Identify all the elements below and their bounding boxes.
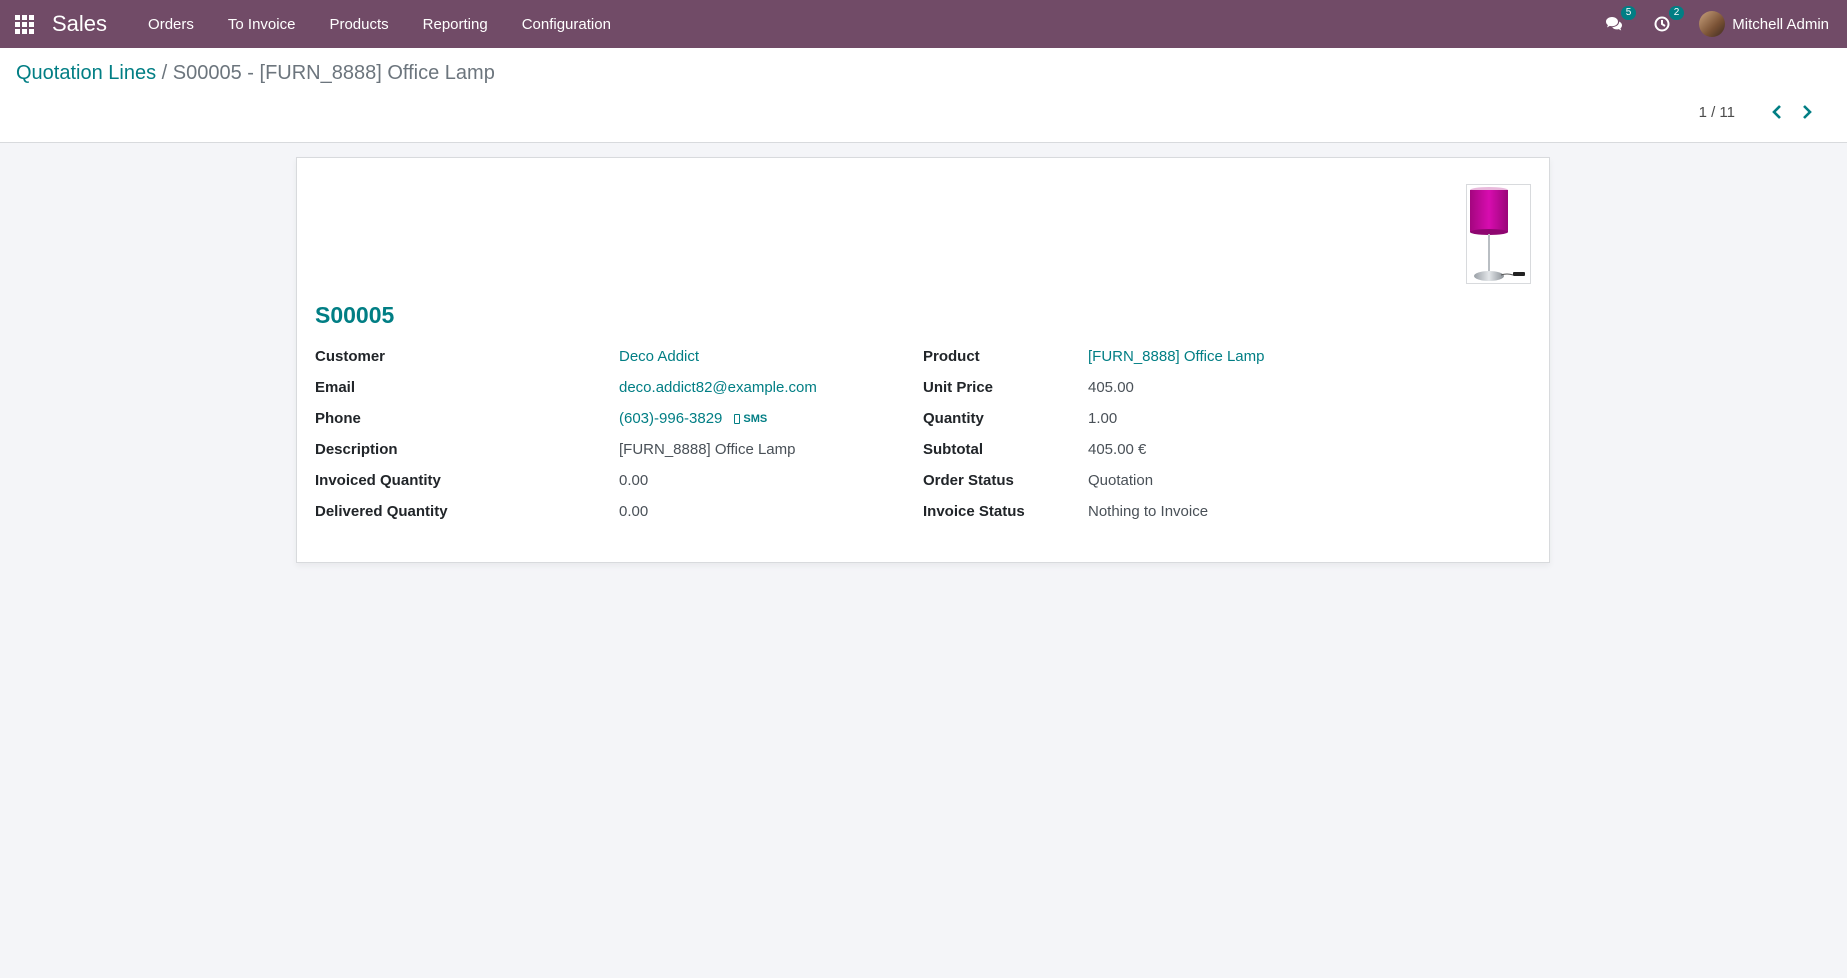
activities-button[interactable]: 2	[1651, 6, 1685, 35]
unit-price-value: 405.00	[1088, 379, 1134, 396]
field-label: Delivered Quantity	[315, 503, 448, 520]
field-customer: Customer Deco Addict	[315, 341, 905, 372]
messages-badge: 5	[1620, 6, 1637, 20]
form-group-right: Product [FURN_8888] Office Lamp Unit Pri…	[923, 341, 1483, 527]
field-unit-price: Unit Price 405.00	[923, 372, 1483, 403]
sms-button[interactable]: SMS	[734, 413, 767, 425]
field-product: Product [FURN_8888] Office Lamp	[923, 341, 1483, 372]
office-lamp-image	[1470, 187, 1525, 281]
clock-icon	[1654, 16, 1670, 32]
field-label: Description	[315, 441, 398, 458]
pager-previous-button[interactable]	[1767, 102, 1787, 122]
pager: 1 / 11	[1699, 102, 1817, 122]
mobile-phone-icon	[734, 413, 741, 424]
user-menu[interactable]: Mitchell Admin	[1732, 16, 1829, 33]
field-label: Phone	[315, 410, 361, 427]
product-link[interactable]: [FURN_8888] Office Lamp	[1088, 348, 1264, 365]
field-label: Invoice Status	[923, 503, 1025, 520]
invoiced-quantity-value: 0.00	[619, 472, 649, 489]
field-invoiced-quantity: Invoiced Quantity 0.00	[315, 465, 905, 496]
field-order-status: Order Status Quotation	[923, 465, 1483, 496]
control-panel: Quotation Lines / S00005 - [FURN_8888] O…	[0, 48, 1847, 143]
email-link[interactable]: deco.addict82@example.com	[619, 379, 817, 396]
field-label: Quantity	[923, 410, 984, 427]
field-subtotal: Subtotal 405.00 €	[923, 434, 1483, 465]
sms-label: SMS	[743, 412, 768, 425]
navbar-systray: 5 2 Mitchell Admin	[1603, 0, 1847, 48]
activities-badge: 2	[1668, 6, 1685, 20]
menu-orders[interactable]: Orders	[148, 16, 194, 33]
order-status-value: Quotation	[1088, 472, 1154, 489]
chat-icon	[1606, 17, 1623, 31]
chevron-right-icon	[1803, 105, 1812, 119]
invoice-status-value: Nothing to Invoice	[1088, 503, 1209, 520]
breadcrumb-parent-link[interactable]: Quotation Lines	[16, 62, 156, 84]
messages-button[interactable]: 5	[1603, 6, 1637, 35]
field-label: Email	[315, 379, 356, 396]
product-image[interactable]	[1466, 184, 1531, 284]
record-title: S00005	[315, 302, 395, 328]
field-quantity: Quantity 1.00	[923, 403, 1483, 434]
phone-link[interactable]: (603)-996-3829	[619, 410, 722, 427]
menu-configuration[interactable]: Configuration	[522, 16, 611, 33]
quantity-value: 1.00	[1088, 410, 1118, 427]
field-phone: Phone (603)-996-3829 SMS	[315, 403, 905, 434]
field-label: Order Status	[923, 472, 1014, 489]
menu-to-invoice[interactable]: To Invoice	[228, 16, 296, 33]
field-email: Email deco.addict82@example.com	[315, 372, 905, 403]
delivered-quantity-value: 0.00	[619, 503, 649, 520]
field-delivered-quantity: Delivered Quantity 0.00	[315, 496, 905, 527]
field-label: Invoiced Quantity	[315, 472, 441, 489]
pager-value[interactable]: 1 / 11	[1699, 104, 1735, 121]
field-invoice-status: Invoice Status Nothing to Invoice	[923, 496, 1483, 527]
menu-products[interactable]: Products	[329, 16, 388, 33]
field-label: Product	[923, 348, 980, 365]
breadcrumb-current: S00005 - [FURN_8888] Office Lamp	[172, 62, 495, 84]
chevron-left-icon	[1772, 105, 1781, 119]
user-avatar[interactable]	[1699, 11, 1726, 37]
customer-link[interactable]: Deco Addict	[619, 348, 699, 365]
subtotal-value: 405.00 €	[1088, 441, 1147, 458]
field-label: Unit Price	[923, 379, 994, 396]
pager-next-button[interactable]	[1797, 102, 1817, 122]
breadcrumb-separator: /	[161, 62, 168, 84]
field-label: Subtotal	[923, 441, 983, 458]
top-navbar: Sales Orders To Invoice Products Reporti…	[0, 0, 1847, 48]
app-name[interactable]: Sales	[52, 11, 107, 37]
breadcrumb: Quotation Lines / S00005 - [FURN_8888] O…	[16, 62, 495, 85]
menu-reporting[interactable]: Reporting	[423, 16, 488, 33]
form-sheet: S00005 Customer Deco Addict Email deco.a…	[296, 157, 1550, 563]
apps-menu-icon[interactable]	[15, 15, 37, 34]
field-label: Customer	[315, 348, 386, 365]
description-value: [FURN_8888] Office Lamp	[619, 441, 796, 458]
field-description: Description [FURN_8888] Office Lamp	[315, 434, 905, 465]
form-group-left: Customer Deco Addict Email deco.addict82…	[315, 341, 905, 527]
